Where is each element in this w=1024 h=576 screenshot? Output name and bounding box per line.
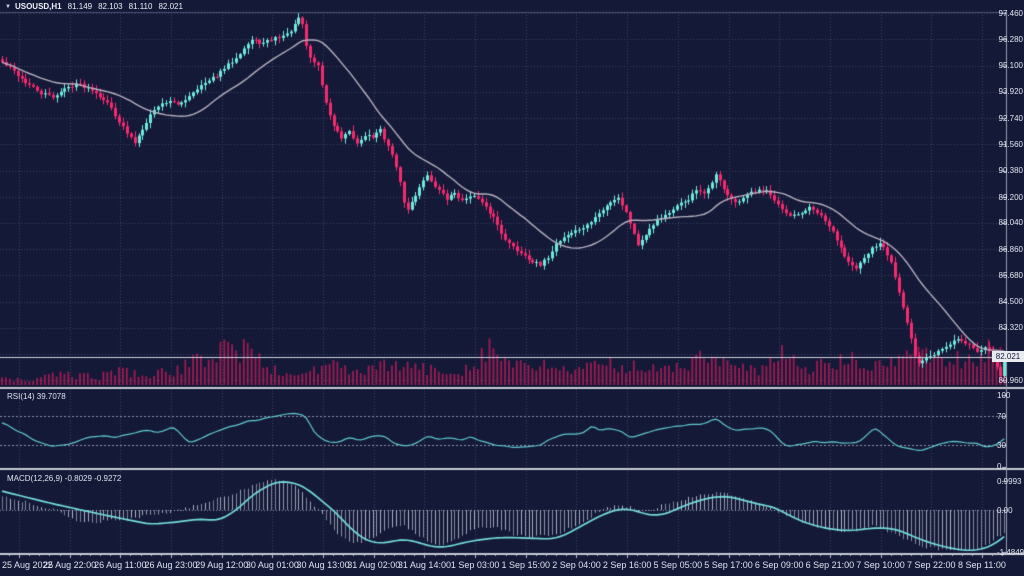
- title-open: 81.149: [68, 2, 92, 11]
- time-tick-label: 1 Sep 15:00: [497, 560, 555, 570]
- time-tick-label: 1 Sep 03:00: [446, 560, 504, 570]
- price-tick-label: 84.500: [995, 297, 1023, 306]
- time-tick-label: 7 Sep 22:00: [902, 560, 960, 570]
- price-tick-label: 83.320: [995, 323, 1023, 332]
- collapse-icon[interactable]: ▼: [5, 4, 11, 10]
- macd-tick-label: 0.00: [997, 506, 1013, 515]
- time-tick-label: 6 Sep 09:00: [750, 560, 808, 570]
- time-tick-label: 25 Aug 22:00: [41, 560, 99, 570]
- symbol-timeframe: USOUSD,H1: [15, 2, 62, 11]
- chart-window: ▼ USOUSD,H1 81.149 82.103 81.110 82.021 …: [0, 0, 1024, 576]
- rsi-label: RSI(14) 39.7078: [7, 392, 66, 401]
- price-axis[interactable]: 97.460 96.280 95.100 93.920 92.740 91.560 90.3…: [994, 0, 1024, 555]
- title-close: 82.021: [158, 2, 182, 11]
- time-tick-label: 31 Aug 14:00: [395, 560, 453, 570]
- price-tick-label: 86.860: [995, 245, 1023, 254]
- time-tick-label: 7 Sep 10:00: [852, 560, 910, 570]
- price-tick-label: 90.380: [995, 166, 1023, 175]
- time-tick-label: 31 Aug 02:00: [345, 560, 403, 570]
- rsi-tick-label: 70: [997, 412, 1006, 421]
- price-chart-canvas[interactable]: [0, 0, 1024, 576]
- time-tick-label: 5 Sep 05:00: [649, 560, 707, 570]
- time-tick-label: 5 Sep 17:00: [700, 560, 758, 570]
- time-tick-label: 29 Aug 12:00: [193, 560, 251, 570]
- price-tick-label: 85.680: [995, 271, 1023, 280]
- price-tick-label: 97.460: [995, 9, 1023, 18]
- price-tick-label: 96.280: [995, 35, 1023, 44]
- rsi-tick-label: 0: [997, 462, 1001, 471]
- time-tick-label: 26 Aug 23:00: [142, 560, 200, 570]
- price-tick-label: 88.040: [995, 218, 1023, 227]
- time-axis[interactable]: 25 Aug 202225 Aug 22:0026 Aug 11:0026 Au…: [0, 555, 1024, 576]
- time-tick-label: 26 Aug 11:00: [91, 560, 149, 570]
- macd-label: MACD(12,26,9) -0.8029 -0.9272: [7, 474, 121, 483]
- time-tick-label: 2 Sep 16:00: [598, 560, 656, 570]
- price-tick-label: 91.560: [995, 140, 1023, 149]
- price-tick-label: 92.740: [995, 114, 1023, 123]
- time-tick-label: 30 Aug 01:00: [243, 560, 301, 570]
- time-tick-label: 8 Sep 11:00: [953, 560, 1011, 570]
- time-tick-label: 30 Aug 13:00: [294, 560, 352, 570]
- title-low: 81.110: [129, 2, 153, 11]
- time-tick-label: 6 Sep 21:00: [801, 560, 859, 570]
- rsi-tick-label: 100: [997, 391, 1010, 400]
- rsi-tick-label: 30: [997, 441, 1006, 450]
- price-tick-label: 93.920: [995, 87, 1023, 96]
- price-tick-label: 95.100: [995, 61, 1023, 70]
- chart-title: ▼ USOUSD,H1 81.149 82.103 81.110 82.021: [5, 2, 183, 11]
- time-tick-label: 2 Sep 04:00: [547, 560, 605, 570]
- price-tick-label: 80.960: [995, 376, 1023, 385]
- title-high: 82.103: [98, 2, 122, 11]
- price-tick-label: 89.200: [995, 193, 1023, 202]
- current-price-badge: 82.021: [992, 351, 1024, 362]
- macd-tick-label: 0.9993: [997, 477, 1021, 486]
